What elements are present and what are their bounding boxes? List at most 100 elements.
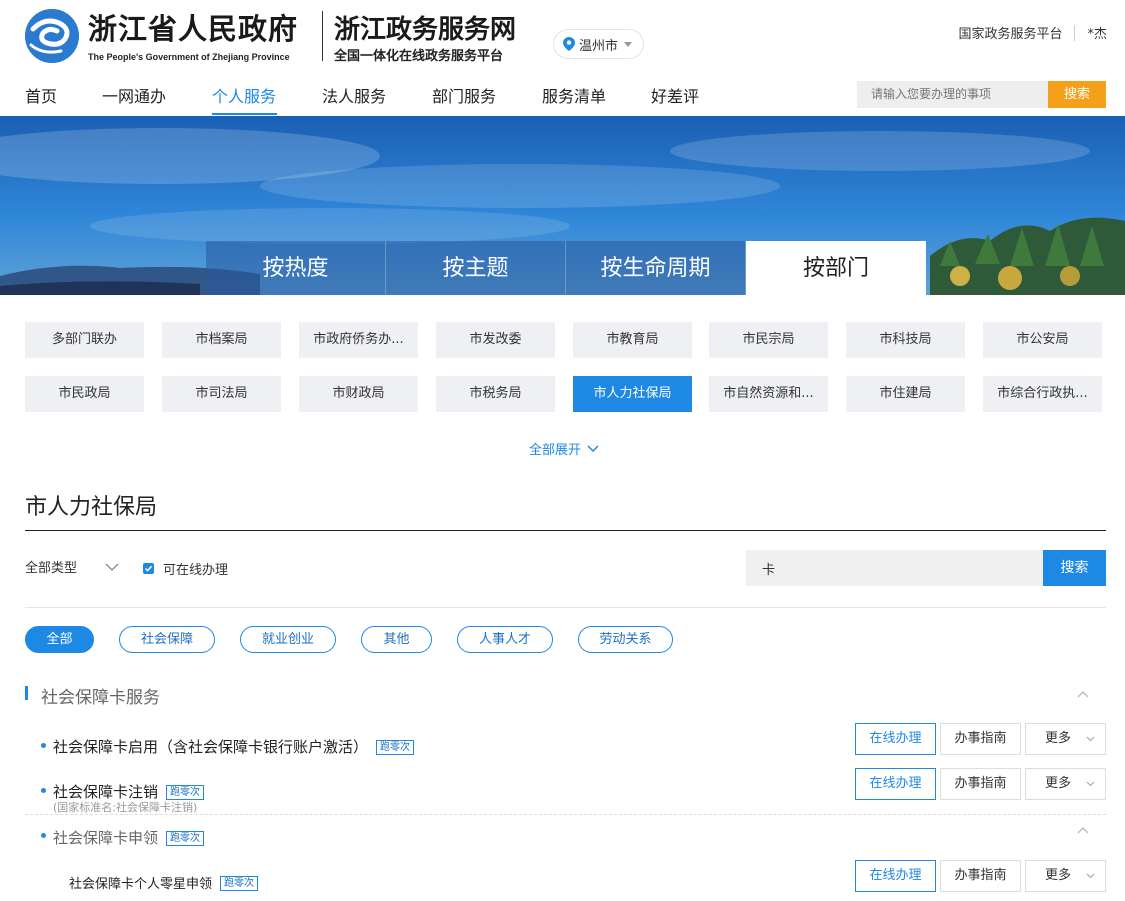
online-handle-button[interactable]: 在线办理 <box>855 768 936 800</box>
city-label: 温州市 <box>579 38 619 54</box>
dept-button[interactable]: 市公安局 <box>983 322 1102 358</box>
online-handle-button[interactable]: 在线办理 <box>855 723 936 755</box>
location-pin-icon <box>563 37 575 51</box>
zero-trip-tag: 跑零次 <box>376 740 415 755</box>
nav-dept-service[interactable]: 部门服务 <box>432 83 496 107</box>
service-item-name: 社会保障卡启用（含社会保障卡银行账户激活） <box>53 738 369 756</box>
more-label: 更多 <box>1045 868 1072 883</box>
tab-by-theme[interactable]: 按主题 <box>386 241 566 295</box>
user-name-link[interactable]: *杰 <box>1087 23 1107 42</box>
keyword-search-input[interactable] <box>746 550 1043 586</box>
group-marker <box>25 686 28 700</box>
dept-button[interactable]: 市科技局 <box>846 322 965 358</box>
dept-button[interactable]: 市教育局 <box>573 322 692 358</box>
checkbox-checked-icon <box>143 563 154 574</box>
chip-personnel[interactable]: 人事人才 <box>457 626 553 653</box>
keyword-search-button[interactable]: 搜索 <box>1043 550 1106 586</box>
bullet-dot <box>41 788 46 793</box>
nav-one-stop[interactable]: 一网通办 <box>102 83 166 107</box>
chevron-down-icon <box>105 563 119 571</box>
dept-button[interactable]: 市民宗局 <box>709 322 828 358</box>
tab-by-lifecycle[interactable]: 按生命周期 <box>566 241 746 295</box>
caret-down-icon <box>624 41 633 47</box>
zero-trip-tag: 跑零次 <box>166 785 205 800</box>
nav-active-indicator <box>212 113 277 115</box>
chevron-down-icon <box>1086 873 1095 879</box>
top-links: 国家政务服务平台 *杰 <box>958 23 1107 42</box>
service-item-title[interactable]: 社会保障卡申领 跑零次 <box>53 827 205 848</box>
more-dropdown-button[interactable]: 更多 <box>1025 768 1106 800</box>
dept-button[interactable]: 市自然资源和... <box>709 376 828 412</box>
dept-button-active[interactable]: 市人力社保局 <box>573 376 692 412</box>
sub-service-item-name: 社会保障卡个人零星申领 <box>69 877 213 892</box>
expand-all-toggle[interactable]: 全部展开 <box>529 439 599 458</box>
sub-service-item-title[interactable]: 社会保障卡个人零星申领 跑零次 <box>69 873 259 892</box>
service-guide-button[interactable]: 办事指南 <box>940 768 1021 800</box>
chevron-up-icon[interactable] <box>1077 690 1089 698</box>
header-divider <box>322 11 323 61</box>
zero-trip-tag: 跑零次 <box>220 876 259 891</box>
dept-button[interactable]: 市发改委 <box>436 322 555 358</box>
dept-button[interactable]: 市民政局 <box>25 376 144 412</box>
dept-button[interactable]: 市税务局 <box>436 376 555 412</box>
zero-trip-tag: 跑零次 <box>166 831 205 846</box>
tab-by-department[interactable]: 按部门 <box>746 241 926 295</box>
main-nav: 首页 一网通办 个人服务 法人服务 部门服务 服务清单 好差评 搜索 <box>0 74 1125 116</box>
more-label: 更多 <box>1045 776 1072 791</box>
gov-logo-icon[interactable] <box>25 9 79 63</box>
national-platform-link[interactable]: 国家政务服务平台 <box>958 23 1062 42</box>
section-title: 市人力社保局 <box>25 495 158 520</box>
gov-name-en: The People's Government of Zhejiang Prov… <box>88 52 290 62</box>
filter-divider <box>25 607 1106 608</box>
dept-button[interactable]: 市司法局 <box>162 376 281 412</box>
site-slogan: 全国一体化在线政务服务平台 <box>334 49 504 64</box>
chevron-down-icon <box>587 444 599 452</box>
tab-by-popularity[interactable]: 按热度 <box>206 241 386 295</box>
online-handle-button[interactable]: 在线办理 <box>855 860 936 892</box>
chip-other[interactable]: 其他 <box>361 626 432 653</box>
chip-social-security[interactable]: 社会保障 <box>119 626 215 653</box>
chevron-down-icon <box>1086 781 1095 787</box>
online-only-checkbox[interactable]: 可在线办理 <box>143 559 228 578</box>
dept-button[interactable]: 市政府侨务办... <box>299 322 418 358</box>
bullet-dot <box>41 743 46 748</box>
more-dropdown-button[interactable]: 更多 <box>1025 723 1106 755</box>
dept-button[interactable]: 多部门联办 <box>25 322 144 358</box>
service-guide-button[interactable]: 办事指南 <box>940 860 1021 892</box>
service-item-title[interactable]: 社会保障卡启用（含社会保障卡银行账户激活） 跑零次 <box>53 736 415 757</box>
city-selector[interactable]: 温州市 <box>554 30 643 58</box>
chip-labor-relations[interactable]: 劳动关系 <box>578 626 673 653</box>
service-item-name: 社会保障卡申领 <box>53 829 159 847</box>
type-filter-select[interactable]: 全部类型 <box>25 557 119 576</box>
online-only-label: 可在线办理 <box>163 563 229 578</box>
site-name[interactable]: 浙江政务服务网 <box>334 9 516 46</box>
dept-button[interactable]: 市档案局 <box>162 322 281 358</box>
hero-banner: 按热度 按主题 按生命周期 按部门 <box>0 116 1125 295</box>
type-filter-label: 全部类型 <box>25 561 78 576</box>
chip-employment[interactable]: 就业创业 <box>240 626 336 653</box>
site-search-input[interactable] <box>857 81 1048 108</box>
site-header: 浙江省人民政府 The People's Government of Zheji… <box>0 0 1125 74</box>
nav-rating[interactable]: 好差评 <box>651 83 699 107</box>
gov-name[interactable]: 浙江省人民政府 <box>88 6 298 48</box>
service-guide-button[interactable]: 办事指南 <box>940 723 1021 755</box>
chip-all[interactable]: 全部 <box>25 626 94 653</box>
dept-button[interactable]: 市财政局 <box>299 376 418 412</box>
more-label: 更多 <box>1045 731 1072 746</box>
section-divider <box>25 530 1106 531</box>
nav-legal-service[interactable]: 法人服务 <box>322 83 386 107</box>
bullet-dot <box>41 833 46 838</box>
nav-home[interactable]: 首页 <box>25 83 57 107</box>
more-dropdown-button[interactable]: 更多 <box>1025 860 1106 892</box>
dept-button[interactable]: 市综合行政执... <box>983 376 1102 412</box>
nav-service-list[interactable]: 服务清单 <box>542 83 606 107</box>
dept-button[interactable]: 市住建局 <box>846 376 965 412</box>
nav-personal-service[interactable]: 个人服务 <box>212 83 276 107</box>
chevron-down-icon <box>1086 736 1095 742</box>
site-search-button[interactable]: 搜索 <box>1048 81 1106 108</box>
chevron-up-icon[interactable] <box>1077 826 1089 834</box>
category-tabs: 按热度 按主题 按生命周期 按部门 <box>206 241 926 295</box>
group-title: 社会保障卡服务 <box>41 688 160 708</box>
item-divider <box>25 814 1106 815</box>
national-standard-name: (国家标准名:社会保障卡注销) <box>53 801 198 814</box>
